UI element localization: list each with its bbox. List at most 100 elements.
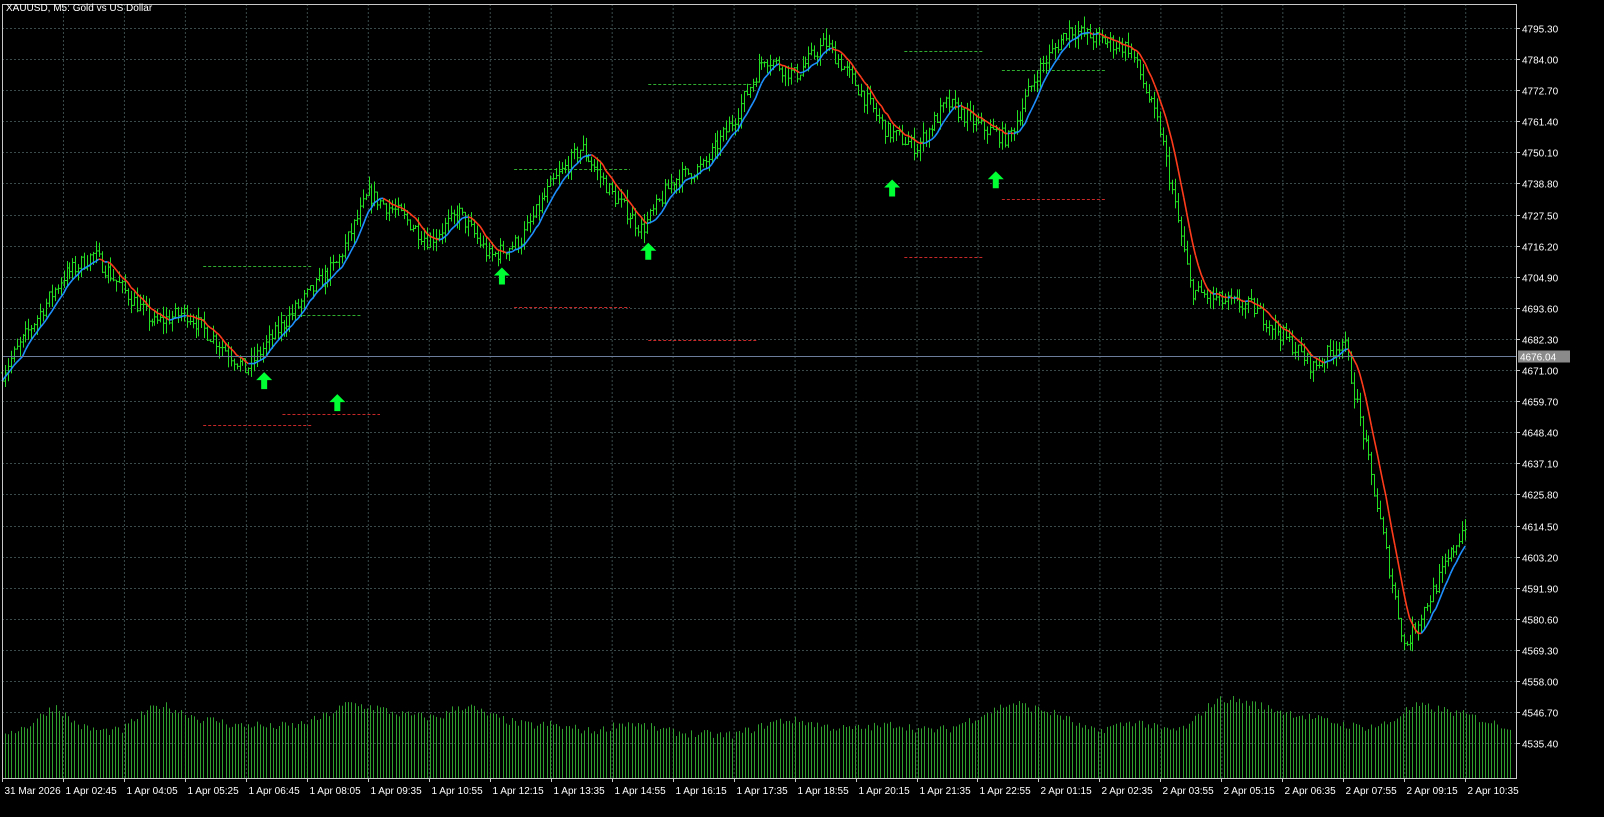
x-tick-label: 1 Apr 12:15: [493, 786, 545, 797]
x-tick-label: 1 Apr 21:35: [920, 786, 972, 797]
ma-segment: [435, 238, 440, 241]
ma-segment: [1286, 329, 1290, 333]
x-tick-label: 1 Apr 22:55: [980, 786, 1032, 797]
ma-segment: [1115, 40, 1120, 43]
y-tick-label: 4738.80: [1522, 180, 1559, 191]
y-tick-label: 4693.60: [1522, 305, 1559, 316]
ma-segment: [514, 248, 519, 251]
ma-segment: [432, 236, 437, 240]
ma-segment: [1080, 32, 1085, 35]
y-tick-label: 4535.40: [1522, 740, 1559, 751]
y-tick-label: 4546.70: [1522, 709, 1559, 720]
ma-segment: [1016, 130, 1020, 134]
ma-segment: [391, 203, 396, 206]
ma-segment: [649, 220, 654, 224]
x-tick-label: 1 Apr 02:45: [66, 786, 118, 797]
x-tick-label: 1 Apr 14:55: [615, 786, 667, 797]
current-price-label: 4676.04: [1520, 353, 1557, 364]
y-tick-label: 4704.90: [1522, 274, 1559, 285]
x-tick-label: 2 Apr 05:15: [1224, 786, 1276, 797]
x-tick-label: 1 Apr 05:25: [188, 786, 240, 797]
chart-title: XAUUSD, M5: Gold vs US Dollar: [6, 3, 152, 14]
ma-segment: [1127, 45, 1132, 48]
x-tick-label: 2 Apr 06:35: [1285, 786, 1337, 797]
y-tick-label: 4750.10: [1522, 149, 1559, 160]
ma-segment: [157, 312, 161, 315]
ma-segment: [781, 64, 786, 67]
x-tick-label: 1 Apr 10:55: [432, 786, 484, 797]
ma-segment: [963, 106, 967, 110]
ma-segment: [998, 128, 1003, 132]
x-tick-label: 31 Mar 2026: [5, 786, 62, 797]
ma-segment: [462, 216, 466, 219]
ma-segment: [705, 166, 709, 170]
ma-segment: [690, 176, 695, 179]
y-tick-label: 4569.30: [1522, 647, 1559, 658]
ma-segment: [177, 316, 182, 319]
ma-segment: [500, 249, 504, 253]
chart-background: [0, 0, 1604, 817]
y-tick-label: 4784.00: [1522, 56, 1559, 67]
y-tick-label: 4580.60: [1522, 616, 1559, 627]
y-tick-label: 4625.80: [1522, 491, 1559, 502]
y-tick-label: 4671.00: [1522, 367, 1559, 378]
ma-segment: [1230, 296, 1234, 299]
ma-segment: [1236, 297, 1240, 300]
x-tick-label: 2 Apr 02:35: [1102, 786, 1154, 797]
y-tick-label: 4603.20: [1522, 554, 1559, 565]
ma-segment: [585, 154, 589, 157]
y-tick-label: 4795.30: [1522, 25, 1559, 36]
x-tick-label: 1 Apr 08:05: [310, 786, 362, 797]
ma-segment: [1113, 39, 1117, 42]
x-tick-label: 1 Apr 16:15: [676, 786, 728, 797]
ma-segment: [186, 314, 190, 317]
ma-segment: [1013, 131, 1017, 135]
ma-segment: [588, 153, 592, 157]
y-tick-label: 4761.40: [1522, 118, 1559, 129]
ma-segment: [828, 47, 833, 50]
ma-segment: [992, 125, 997, 128]
ma-segment: [702, 168, 707, 171]
ma-segment: [169, 318, 173, 321]
symbol-description: Gold vs US Dollar: [72, 3, 153, 14]
ma-segment: [468, 216, 472, 219]
ma-segment: [438, 238, 443, 241]
y-tick-label: 4659.70: [1522, 398, 1559, 409]
y-tick-label: 4614.50: [1522, 523, 1559, 534]
ma-segment: [180, 315, 185, 318]
x-tick-label: 1 Apr 04:05: [127, 786, 179, 797]
ma-segment: [1098, 32, 1102, 36]
x-tick-label: 2 Apr 10:35: [1468, 786, 1520, 797]
ma-segment: [1221, 295, 1226, 299]
ma-segment: [1083, 32, 1088, 35]
x-tick-label: 1 Apr 17:35: [737, 786, 789, 797]
ma-segment: [1124, 44, 1129, 47]
x-tick-label: 2 Apr 07:55: [1346, 786, 1398, 797]
ma-segment: [1010, 132, 1014, 135]
ma-segment: [1107, 36, 1111, 40]
ma-segment: [195, 316, 199, 320]
x-tick-label: 2 Apr 09:15: [1407, 786, 1459, 797]
x-tick-label: 1 Apr 20:15: [859, 786, 911, 797]
price-chart[interactable]: 4795.30 4784.00 4772.70 4761.40 4750.10 4738.…: [0, 0, 1604, 817]
x-tick-label: 1 Apr 06:45: [249, 786, 301, 797]
ma-segment: [397, 206, 401, 209]
y-tick-label: 4682.30: [1522, 336, 1559, 347]
x-tick-label: 1 Apr 13:35: [554, 786, 606, 797]
y-tick-label: 4558.00: [1522, 678, 1559, 689]
x-tick-label: 1 Apr 18:55: [798, 786, 850, 797]
y-tick-label: 4637.10: [1522, 460, 1559, 471]
y-tick-label: 4716.20: [1522, 243, 1559, 254]
y-tick-label: 4772.70: [1522, 87, 1559, 98]
ma-segment: [787, 67, 791, 70]
y-tick-label: 4591.90: [1522, 585, 1559, 596]
ma-segment: [1121, 43, 1126, 46]
x-tick-label: 2 Apr 03:55: [1163, 786, 1215, 797]
ma-segment: [904, 134, 909, 137]
ma-segment: [506, 251, 510, 254]
x-tick-label: 2 Apr 01:15: [1041, 786, 1093, 797]
x-tick-label: 1 Apr 09:35: [371, 786, 423, 797]
y-tick-label: 4648.40: [1522, 429, 1559, 440]
ma-segment: [1104, 35, 1108, 39]
ma-segment: [497, 249, 501, 252]
